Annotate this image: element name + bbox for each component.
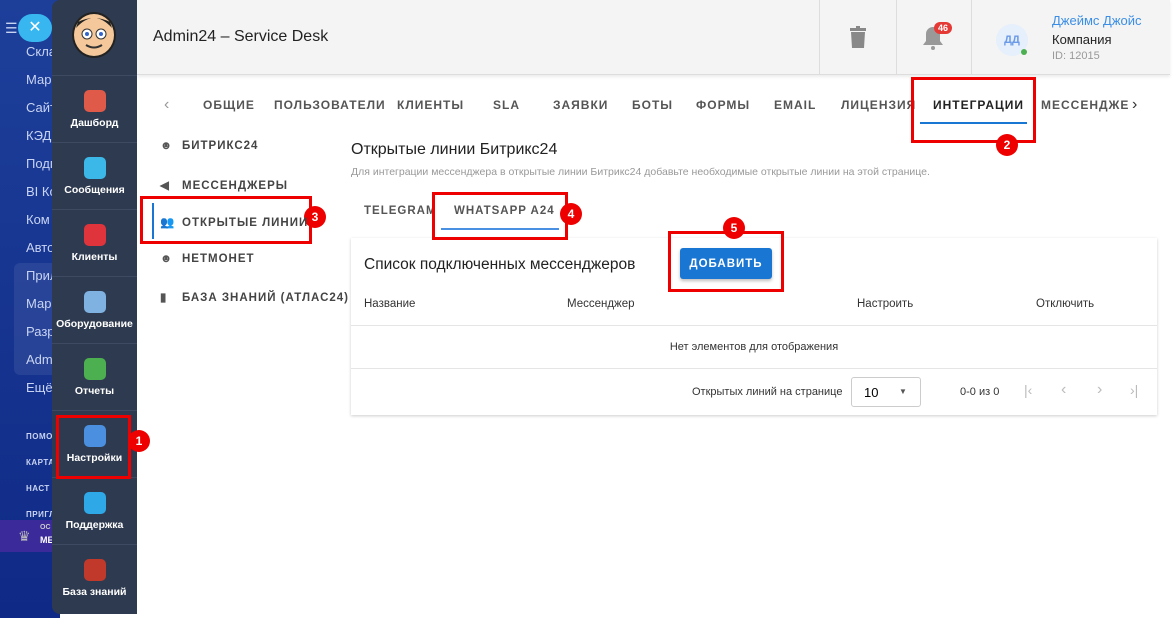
tab[interactable]: ПОЛЬЗОВАТЕЛИ (274, 98, 386, 112)
tab[interactable]: МЕССЕНДЖЕ (1041, 98, 1129, 112)
premium-banner[interactable]: ♛ ОС МЕ (0, 520, 60, 552)
close-button[interactable]: ✕ (18, 14, 52, 42)
bg-menu-item[interactable]: Мар (26, 296, 51, 311)
tabs-next-icon[interactable]: › (1132, 96, 1137, 114)
user-id: ID: 12015 (1052, 50, 1100, 62)
tab[interactable]: КЛИЕНТЫ (397, 98, 464, 112)
section-description: Для интеграции мессенджера в открытые ли… (351, 166, 930, 178)
first-page-icon[interactable]: |‹ (1024, 382, 1032, 398)
nav-item[interactable]: Оборудование (52, 276, 137, 342)
tab[interactable]: SLA (493, 98, 520, 112)
bg-menu-item[interactable]: Ещё (26, 380, 53, 395)
hamburger-icon[interactable]: ☰ (5, 20, 18, 37)
col-configure: Настроить (857, 298, 914, 310)
submenu-icon: ▮ (160, 292, 168, 304)
user-avatar: ДД (996, 24, 1028, 56)
bg-menu-item[interactable]: Мар (26, 72, 51, 87)
bg-menu-item[interactable]: Авто (26, 240, 54, 255)
nav-icon (83, 90, 106, 112)
col-name: Название (364, 298, 416, 310)
marker-5: 5 (723, 217, 745, 239)
company: Компания (1052, 32, 1112, 47)
section-title: Открытые линии Битрикс24 (351, 141, 558, 158)
bg-menu-small-item[interactable]: КАРТА (26, 458, 55, 467)
bg-menu-small-item[interactable]: ПОМО (26, 432, 53, 441)
nav-item[interactable]: Поддержка (52, 477, 137, 543)
nav-icon (83, 224, 106, 246)
bg-menu-item[interactable]: Ком (26, 212, 50, 227)
submenu-icon: ◀ (160, 179, 170, 192)
bg-menu-small-item[interactable]: ПРИГЛ (26, 510, 55, 519)
submenu-item[interactable]: ☻ БИТРИКС24 (160, 140, 258, 152)
nav-item[interactable]: Сообщения (52, 142, 137, 208)
trash-button[interactable] (819, 0, 896, 75)
subtab-telegram[interactable]: TELEGRAM (364, 205, 437, 217)
dropdown-icon: ▼ (899, 387, 907, 396)
bg-menu-item[interactable]: Разр (26, 324, 55, 339)
col-messenger: Мессенджер (567, 298, 635, 310)
crown-icon: ♛ (18, 528, 31, 544)
nav-item[interactable]: Дашборд (52, 75, 137, 141)
avatar (72, 12, 116, 58)
nav-icon (83, 157, 106, 179)
main-nav: Дашборд Сообщения Клиенты Оборудование Отчет… (52, 0, 137, 614)
nav-item[interactable]: Отчеты (52, 343, 137, 409)
list-title: Список подключенных мессенджеров (364, 256, 636, 273)
submenu-item[interactable]: 👥 ОТКРЫТЫЕ ЛИНИИ (160, 215, 308, 229)
submenu-item[interactable]: ☻ НЕТМОНЕТ (160, 253, 255, 265)
tab[interactable]: БОТЫ (632, 98, 673, 112)
marker-2: 2 (996, 134, 1018, 156)
tab[interactable]: ФОРМЫ (696, 98, 750, 112)
marker-4: 4 (560, 203, 582, 225)
bg-menu-item[interactable]: КЭД (26, 128, 51, 143)
page-range: 0-0 из 0 (960, 386, 1000, 398)
user-profile[interactable]: ДД Джеймс Джойс Компания ID: 12015 (971, 0, 1170, 75)
empty-message: Нет элементов для отображения (669, 341, 839, 353)
bg-menu-small-item[interactable]: НАСТ (26, 484, 50, 493)
notification-badge: 46 (934, 22, 953, 34)
submenu-item[interactable]: ◀ МЕССЕНДЖЕРЫ (160, 178, 288, 192)
submenu-item[interactable]: ▮ БАЗА ЗНАНИЙ (АТЛАС24) (160, 290, 349, 304)
submenu-icon: ☻ (160, 252, 174, 265)
background-app-sidebar: ☰ Скла Мар Сайт КЭД Подп BI Ко Ком Авто Прил Мар Р… (0, 0, 60, 618)
user-name[interactable]: Джеймс Джойс (1052, 13, 1142, 28)
tab[interactable]: EMAIL (774, 98, 816, 112)
nav-item[interactable]: База знаний (52, 544, 137, 610)
submenu-icon: 👥 (160, 217, 176, 229)
notifications-button[interactable]: 46 (896, 0, 971, 75)
bg-menu-item[interactable]: Adm (26, 352, 53, 367)
nav-icon (83, 492, 106, 514)
next-page-icon[interactable]: › (1097, 381, 1102, 399)
page-title: Admin24 – Service Desk (153, 28, 329, 45)
tab[interactable]: ЗАЯВКИ (553, 98, 608, 112)
marker-1: 1 (128, 430, 150, 452)
header: Admin24 – Service Desk 46 ДД Джеймс Джой… (137, 0, 1170, 75)
per-page-select[interactable]: 10 ▼ (851, 377, 921, 407)
last-page-icon[interactable]: ›| (1130, 382, 1138, 398)
nav-icon (83, 559, 106, 581)
nav-item[interactable]: Клиенты (52, 209, 137, 275)
col-disconnect: Отключить (1036, 298, 1095, 310)
tabs-prev-icon[interactable]: ‹ (164, 96, 169, 114)
trash-icon (850, 26, 866, 48)
nav-icon (83, 358, 106, 380)
nav-icon (83, 291, 106, 313)
tab[interactable]: ОБЩИЕ (203, 98, 255, 112)
prev-page-icon[interactable]: ‹ (1061, 381, 1066, 399)
tab[interactable]: ЛИЦЕНЗИЯ (841, 98, 916, 112)
submenu-icon: ☻ (160, 140, 174, 152)
per-page-label: Открытых линий на странице (692, 386, 843, 398)
